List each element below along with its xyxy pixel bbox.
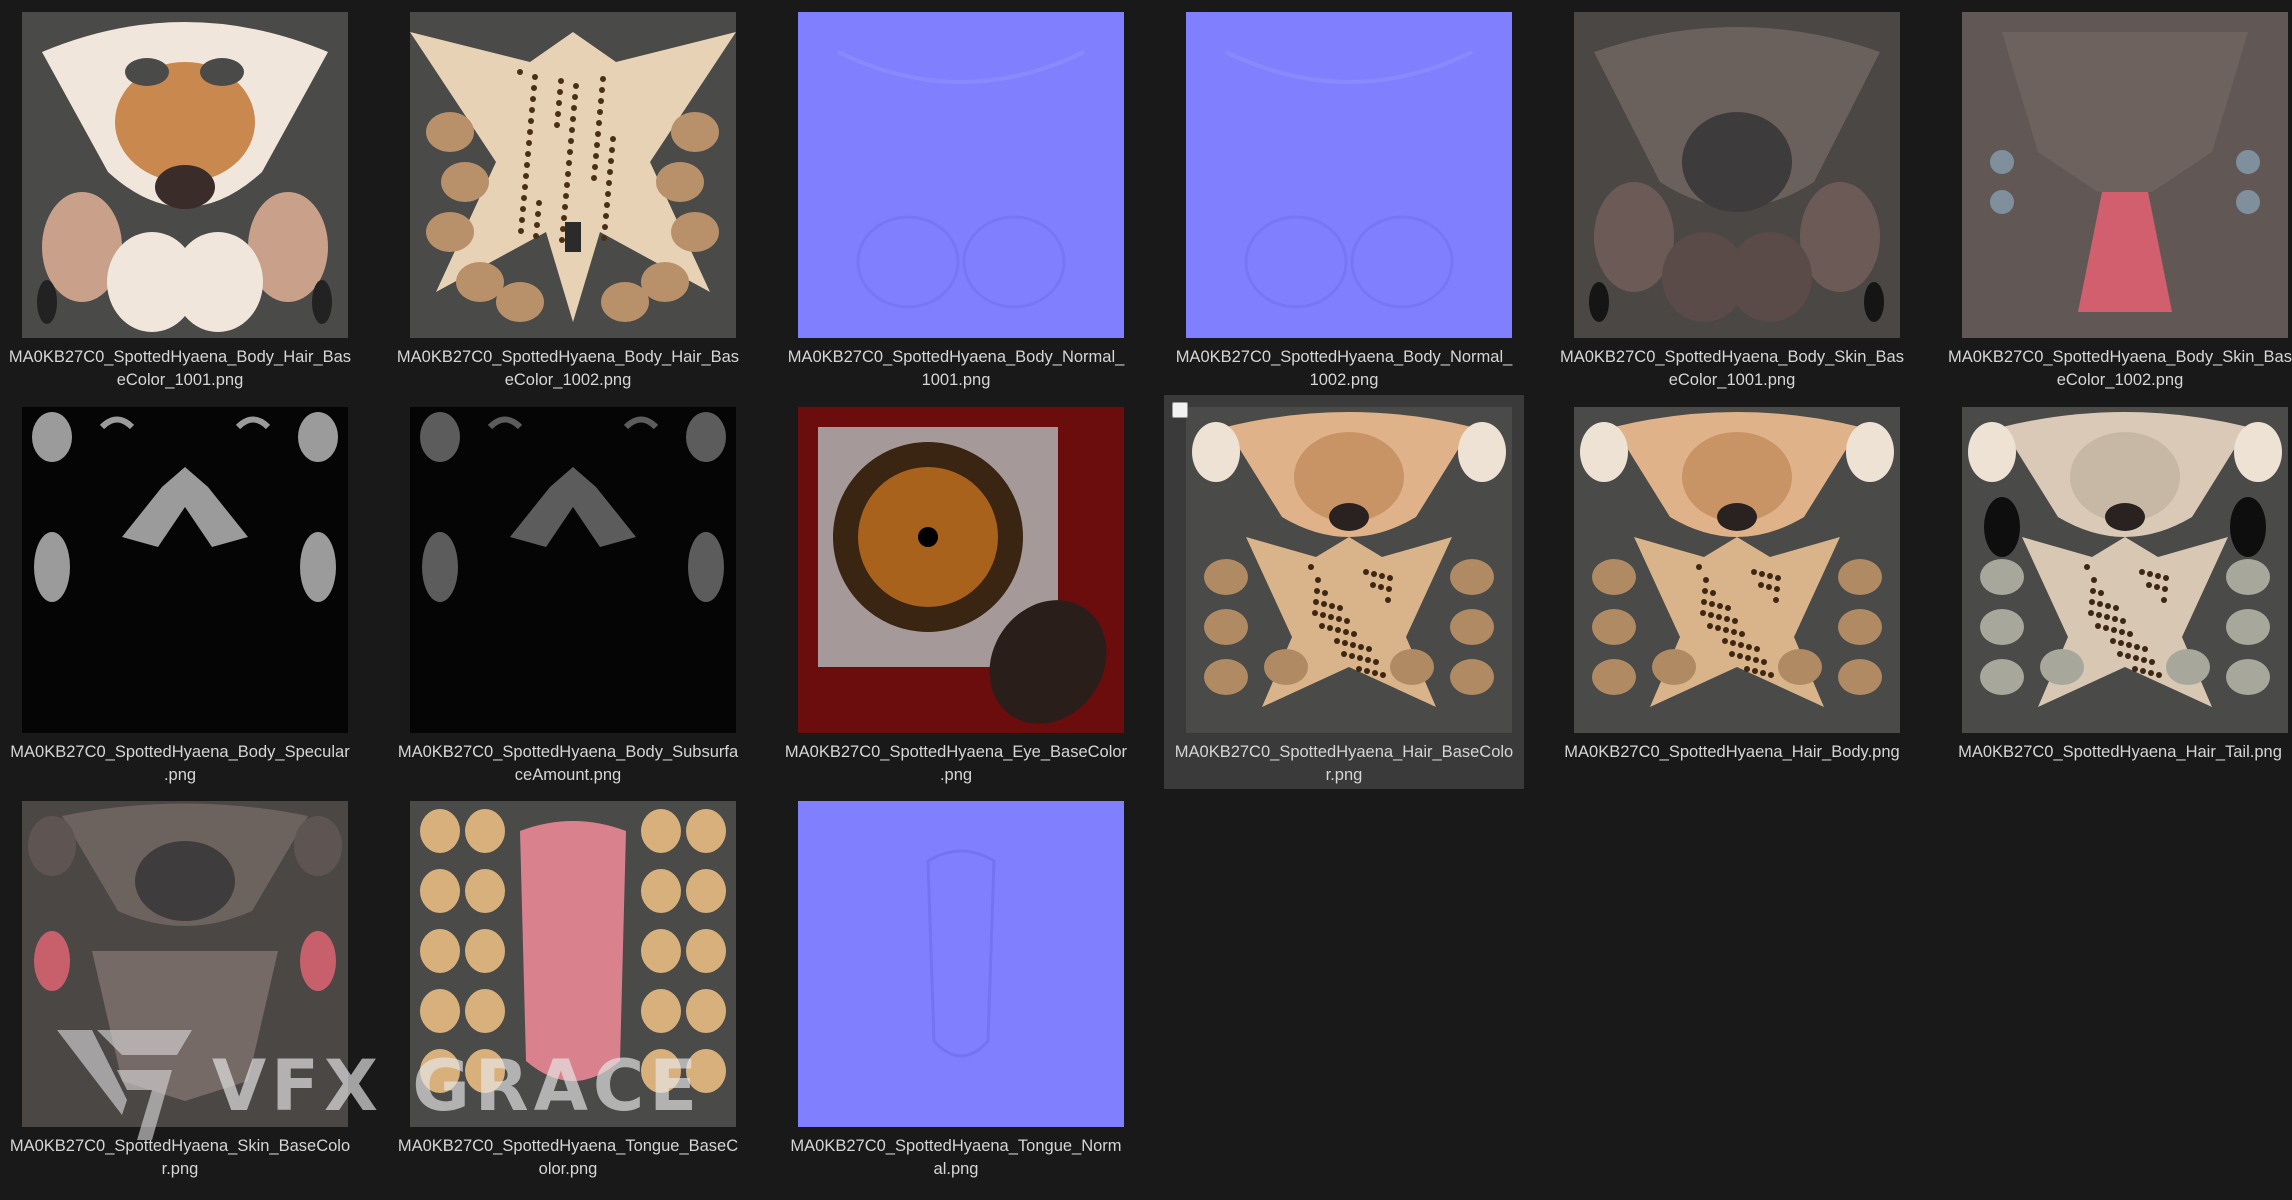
file-tile[interactable]: MA0KB27C0_SpottedHyaena_Tongue_BaseC olo… bbox=[388, 789, 748, 1183]
file-tile[interactable]: MA0KB27C0_SpottedHyaena_Body_Hair_Bas eC… bbox=[388, 0, 748, 394]
file-name[interactable]: MA0KB27C0_SpottedHyaena_Body_Normal_ 100… bbox=[776, 346, 1136, 392]
file-tile[interactable]: MA0KB27C0_SpottedHyaena_Hair_Tail.png bbox=[1940, 395, 2292, 789]
file-tile[interactable]: MA0KB27C0_SpottedHyaena_Body_Skin_Bas eC… bbox=[1552, 0, 1912, 394]
file-name[interactable]: MA0KB27C0_SpottedHyaena_Body_Hair_Bas eC… bbox=[388, 346, 748, 392]
texture-preview-image bbox=[1574, 407, 1900, 733]
file-thumbnail[interactable] bbox=[22, 12, 348, 338]
texture-preview-image bbox=[410, 12, 736, 338]
file-name[interactable]: MA0KB27C0_SpottedHyaena_Skin_BaseColo r.… bbox=[0, 1135, 360, 1181]
file-tile[interactable]: MA0KB27C0_SpottedHyaena_Body_Normal_ 100… bbox=[776, 0, 1136, 394]
texture-preview-image bbox=[22, 12, 348, 338]
file-thumbnail[interactable] bbox=[1186, 12, 1512, 338]
file-tile[interactable]: MA0KB27C0_SpottedHyaena_Eye_BaseColor .p… bbox=[776, 395, 1136, 789]
file-grid: MA0KB27C0_SpottedHyaena_Body_Hair_Bas eC… bbox=[0, 0, 2292, 1200]
file-tile[interactable]: MA0KB27C0_SpottedHyaena_Body_Subsurfa ce… bbox=[388, 395, 748, 789]
file-name[interactable]: MA0KB27C0_SpottedHyaena_Body_Skin_Bas eC… bbox=[1940, 346, 2292, 392]
file-name[interactable]: MA0KB27C0_SpottedHyaena_Body_Subsurfa ce… bbox=[388, 741, 748, 787]
file-thumbnail[interactable] bbox=[410, 12, 736, 338]
texture-preview-image bbox=[1186, 12, 1512, 338]
texture-preview-image bbox=[410, 407, 736, 733]
file-thumbnail[interactable] bbox=[798, 801, 1124, 1127]
file-thumbnail[interactable] bbox=[410, 407, 736, 733]
file-tile[interactable]: MA0KB27C0_SpottedHyaena_Body_Skin_Bas eC… bbox=[1940, 0, 2292, 394]
texture-preview-image bbox=[798, 801, 1124, 1127]
file-name[interactable]: MA0KB27C0_SpottedHyaena_Tongue_BaseC olo… bbox=[388, 1135, 748, 1181]
file-thumbnail[interactable] bbox=[1186, 407, 1512, 733]
file-thumbnail[interactable] bbox=[1962, 407, 2288, 733]
file-tile[interactable]: MA0KB27C0_SpottedHyaena_Tongue_Norm al.p… bbox=[776, 789, 1136, 1183]
file-name[interactable]: MA0KB27C0_SpottedHyaena_Tongue_Norm al.p… bbox=[776, 1135, 1136, 1181]
file-name[interactable]: MA0KB27C0_SpottedHyaena_Eye_BaseColor .p… bbox=[776, 741, 1136, 787]
texture-preview-image bbox=[22, 801, 348, 1127]
file-thumbnail[interactable] bbox=[1962, 12, 2288, 338]
texture-preview-image bbox=[1186, 407, 1512, 733]
file-name[interactable]: MA0KB27C0_SpottedHyaena_Body_Specular .p… bbox=[0, 741, 360, 787]
file-tile[interactable]: MA0KB27C0_SpottedHyaena_Skin_BaseColo r.… bbox=[0, 789, 360, 1183]
texture-preview-image bbox=[410, 801, 736, 1127]
file-name[interactable]: MA0KB27C0_SpottedHyaena_Body_Skin_Bas eC… bbox=[1552, 346, 1912, 392]
file-tile[interactable]: MA0KB27C0_SpottedHyaena_Hair_BaseColo r.… bbox=[1164, 395, 1524, 789]
texture-preview-image bbox=[1962, 407, 2288, 733]
texture-preview-image bbox=[22, 407, 348, 733]
file-tile[interactable]: MA0KB27C0_SpottedHyaena_Body_Hair_Bas eC… bbox=[0, 0, 360, 394]
texture-preview-image bbox=[798, 407, 1124, 733]
file-thumbnail[interactable] bbox=[1574, 12, 1900, 338]
texture-preview-image bbox=[798, 12, 1124, 338]
texture-preview-image bbox=[1574, 12, 1900, 338]
select-checkbox[interactable] bbox=[1172, 402, 1188, 418]
file-thumbnail[interactable] bbox=[1574, 407, 1900, 733]
file-tile[interactable]: MA0KB27C0_SpottedHyaena_Hair_Body.png bbox=[1552, 395, 1912, 789]
file-tile[interactable]: MA0KB27C0_SpottedHyaena_Body_Normal_ 100… bbox=[1164, 0, 1524, 394]
file-thumbnail[interactable] bbox=[798, 12, 1124, 338]
file-thumbnail[interactable] bbox=[798, 407, 1124, 733]
file-name[interactable]: MA0KB27C0_SpottedHyaena_Hair_Body.png bbox=[1552, 741, 1912, 764]
file-name[interactable]: MA0KB27C0_SpottedHyaena_Body_Hair_Bas eC… bbox=[0, 346, 360, 392]
file-thumbnail[interactable] bbox=[22, 801, 348, 1127]
file-name[interactable]: MA0KB27C0_SpottedHyaena_Hair_Tail.png bbox=[1940, 741, 2292, 764]
texture-preview-image bbox=[1962, 12, 2288, 338]
file-name[interactable]: MA0KB27C0_SpottedHyaena_Body_Normal_ 100… bbox=[1164, 346, 1524, 392]
file-tile[interactable]: MA0KB27C0_SpottedHyaena_Body_Specular .p… bbox=[0, 395, 360, 789]
file-name[interactable]: MA0KB27C0_SpottedHyaena_Hair_BaseColo r.… bbox=[1164, 741, 1524, 787]
file-thumbnail[interactable] bbox=[22, 407, 348, 733]
file-thumbnail[interactable] bbox=[410, 801, 736, 1127]
